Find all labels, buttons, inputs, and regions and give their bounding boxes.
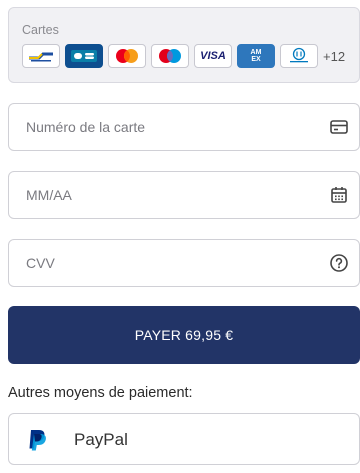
pay-button-label: PAYER 69,95 € [134, 327, 234, 343]
cvv-field[interactable]: CVV [8, 239, 360, 287]
expiry-date-field[interactable]: MM/AA [8, 171, 360, 219]
paypal-icon [29, 430, 46, 451]
bancontact-logo-icon [22, 44, 60, 68]
visa-logo-icon: VISA [194, 44, 232, 68]
card-number-placeholder: Numéro de la carte [26, 119, 146, 135]
accepted-cards-panel: Cartes VISA AM EX +12 [8, 7, 360, 83]
cards-label: Cartes [22, 23, 59, 37]
other-payment-methods-label: Autres moyens de paiement: [8, 385, 193, 401]
cvv-placeholder: CVV [26, 255, 55, 271]
pay-button[interactable]: PAYER 69,95 € [8, 306, 360, 364]
card-number-field[interactable]: Numéro de la carte [8, 103, 360, 151]
paypal-label: PayPal [74, 430, 128, 449]
amex-logo-text: AM EX [250, 49, 262, 63]
american-express-logo-icon: AM EX [237, 44, 275, 68]
expiry-placeholder: MM/AA [26, 187, 72, 203]
mastercard-logo-icon [108, 44, 146, 68]
more-cards-count: +12 [323, 48, 346, 64]
calendar-icon [331, 187, 347, 203]
help-circle-icon[interactable] [329, 253, 349, 273]
visa-logo-text: VISA [200, 50, 226, 62]
paypal-option[interactable]: PayPal [8, 413, 360, 465]
card-logos: VISA AM EX +12 [22, 44, 345, 68]
maestro-logo-icon [151, 44, 189, 68]
cartes-bancaires-logo-icon [65, 44, 103, 68]
credit-card-icon [330, 120, 348, 134]
diners-club-logo-icon [280, 44, 318, 68]
